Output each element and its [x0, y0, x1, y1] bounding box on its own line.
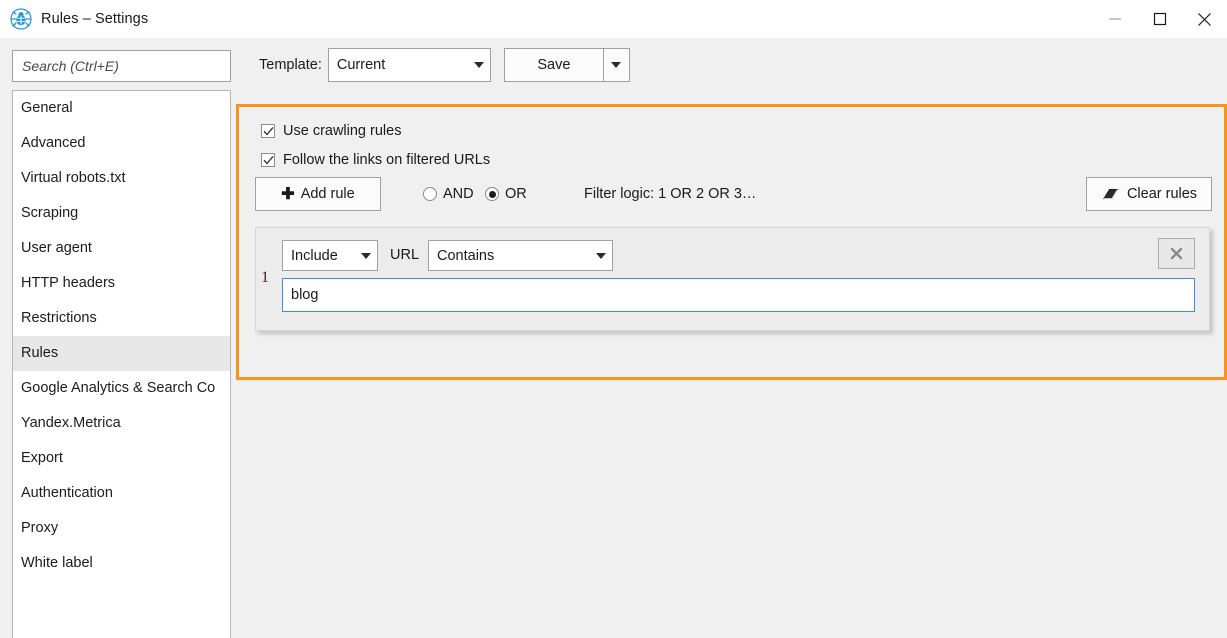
sidebar-item-proxy[interactable]: Proxy [13, 511, 230, 546]
sidebar-item-virtual-robots-txt[interactable]: Virtual robots.txt [13, 161, 230, 196]
logic-and-label: AND [443, 186, 474, 202]
rule-row: 1 Include URL Contains [255, 227, 1210, 331]
add-rule-button[interactable]: ✚ Add rule [255, 177, 381, 211]
window-controls [1092, 0, 1227, 38]
window-title: Rules – Settings [41, 11, 149, 27]
sidebar-item-scraping[interactable]: Scraping [13, 196, 230, 231]
sidebar-item-export[interactable]: Export [13, 441, 230, 476]
sidebar-item-http-headers[interactable]: HTTP headers [13, 266, 230, 301]
filter-logic-text: Filter logic: 1 OR 2 OR 3… [584, 186, 757, 202]
sidebar-item-user-agent[interactable]: User agent [13, 231, 230, 266]
sidebar-item-advanced[interactable]: Advanced [13, 126, 230, 161]
checkbox-box [261, 153, 275, 167]
maximize-button[interactable] [1137, 0, 1182, 38]
radio-circle [485, 187, 499, 201]
spider-icon [10, 8, 32, 30]
sidebar-item-restrictions[interactable]: Restrictions [13, 301, 230, 336]
template-dropdown[interactable]: Current [327, 48, 491, 82]
logic-or-radio[interactable]: OR [485, 186, 527, 202]
rule-field-label: URL [390, 247, 420, 263]
settings-nav-list: General Advanced Virtual robots.txt Scra… [12, 90, 231, 638]
delete-rule-button[interactable] [1158, 238, 1195, 269]
follow-links-label: Follow the links on filtered URLs [283, 152, 491, 168]
sidebar-item-google-analytics-search-console[interactable]: Google Analytics & Search Co [13, 371, 230, 406]
main-content: Template: Current Save Use crawling rule… [231, 38, 1227, 638]
close-icon [1170, 247, 1183, 260]
add-rule-label: Add rule [300, 186, 355, 202]
clear-rules-button[interactable]: Clear rules [1086, 177, 1212, 211]
chevron-down-icon [355, 252, 377, 259]
title-bar: Rules – Settings [0, 0, 1227, 38]
rule-action-value: Include [291, 247, 338, 264]
plus-icon: ✚ [281, 186, 295, 203]
save-button[interactable]: Save [505, 49, 603, 81]
sidebar-item-yandex-metrica[interactable]: Yandex.Metrica [13, 406, 230, 441]
close-button[interactable] [1182, 0, 1227, 38]
eraser-icon [1101, 187, 1120, 202]
template-label: Template: [259, 57, 322, 73]
chevron-down-icon [468, 62, 490, 68]
toolbar: Template: Current Save [259, 48, 630, 82]
logic-or-label: OR [505, 186, 527, 202]
sidebar-item-white-label[interactable]: White label [13, 546, 230, 581]
save-split-button: Save [503, 48, 630, 82]
use-crawling-rules-checkbox[interactable]: Use crawling rules [261, 120, 401, 142]
rules-panel-highlight: Use crawling rules Follow the links on f… [236, 104, 1227, 380]
use-crawling-rules-label: Use crawling rules [283, 123, 402, 139]
rule-operator-dropdown[interactable]: Contains [428, 240, 613, 271]
sidebar-item-general[interactable]: General [13, 91, 230, 126]
follow-links-checkbox[interactable]: Follow the links on filtered URLs [261, 149, 490, 171]
checkbox-box [261, 124, 275, 138]
radio-circle [423, 187, 437, 201]
rule-index-label: 1 [261, 269, 269, 286]
save-dropdown-arrow[interactable] [602, 49, 629, 81]
logic-and-radio[interactable]: AND [423, 186, 474, 202]
sidebar-item-rules[interactable]: Rules [13, 336, 230, 371]
rule-action-dropdown[interactable]: Include [282, 240, 378, 271]
rule-value-input[interactable] [282, 278, 1195, 312]
rule-operator-value: Contains [437, 247, 495, 264]
search-input[interactable] [13, 58, 230, 74]
minimize-button[interactable] [1092, 0, 1137, 38]
chevron-down-icon [590, 252, 612, 259]
sidebar-item-authentication[interactable]: Authentication [13, 476, 230, 511]
sidebar: General Advanced Virtual robots.txt Scra… [0, 38, 231, 638]
clear-rules-label: Clear rules [1126, 186, 1198, 202]
search-box[interactable] [12, 50, 231, 82]
template-dropdown-value: Current [336, 57, 386, 73]
